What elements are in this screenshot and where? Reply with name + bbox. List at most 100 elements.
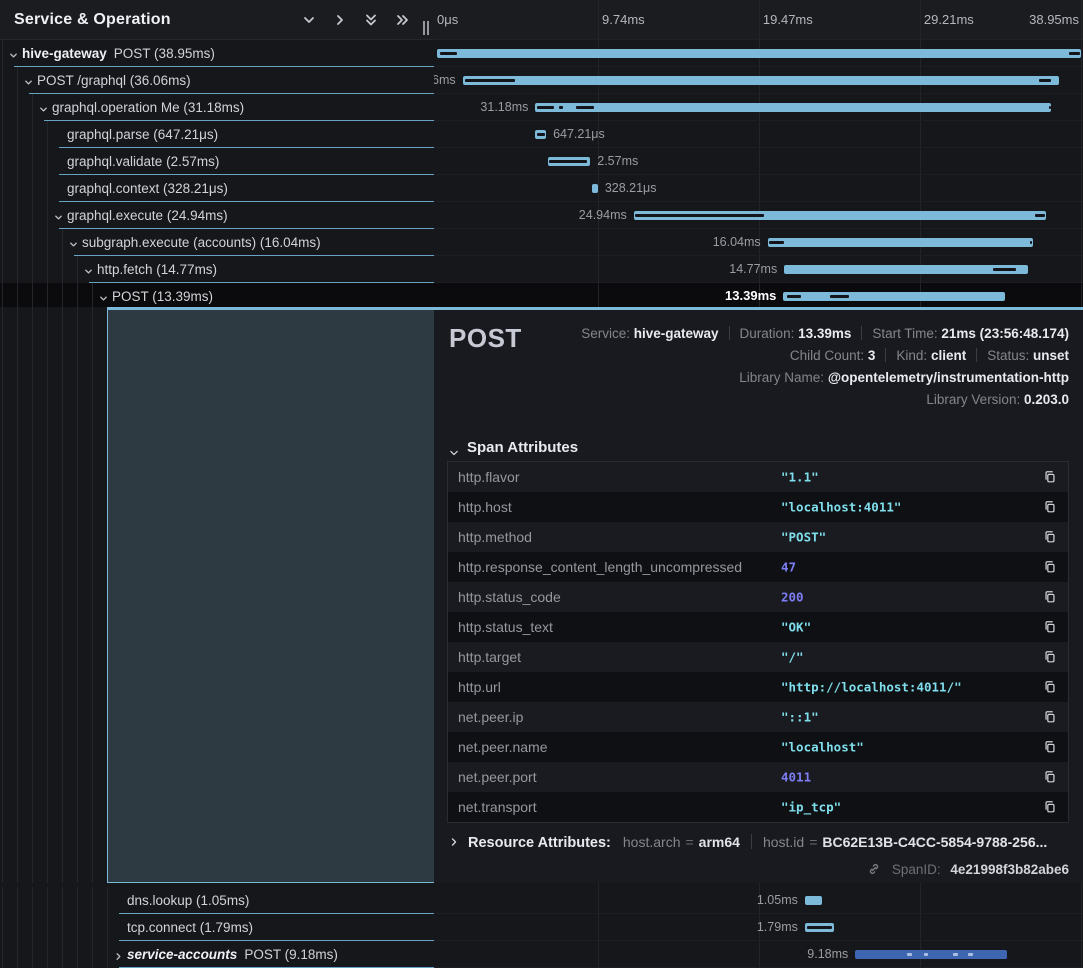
child-span-notch [465, 79, 515, 82]
chevron-down-icon[interactable] [23, 75, 34, 86]
child-span-notch [635, 214, 764, 217]
span-bar-graphql-parse[interactable] [535, 130, 546, 139]
copy-icon[interactable] [1043, 560, 1057, 574]
span-duration-label: 13.39ms [725, 283, 776, 309]
span-bar-graphql-validate[interactable] [548, 157, 590, 166]
span-bar-graphql-execute[interactable] [634, 211, 1046, 220]
attr-row-net-peer-port: net.peer.port4011 [448, 762, 1068, 792]
indent-guides [0, 310, 107, 883]
meta-duration: 13.39ms [798, 326, 851, 341]
indent-guide [2, 40, 3, 67]
span-duration-label: 2.57ms [597, 148, 638, 174]
chevron-down-icon[interactable] [53, 210, 64, 221]
copy-icon[interactable] [1043, 500, 1057, 514]
chevron-right-icon[interactable] [113, 949, 124, 960]
attr-row-net-transport: net.transport"ip_tcp" [448, 792, 1068, 822]
span-bar-graphql-context[interactable] [592, 184, 597, 193]
chevron-right-icon[interactable] [332, 12, 348, 28]
span-bar-http-fetch[interactable] [784, 265, 1028, 274]
attr-key: net.peer.name [458, 739, 548, 755]
copy-icon[interactable] [1043, 620, 1057, 634]
span-bar-post[interactable] [855, 950, 1007, 959]
attr-key: http.status_code [458, 589, 561, 605]
span-bar-dns-lookup[interactable] [805, 896, 822, 905]
copy-icon[interactable] [1043, 470, 1057, 484]
panel-resize-grip[interactable] [423, 21, 431, 35]
tree-row-graphql-context[interactable]: graphql.context (328.21μs) [0, 175, 434, 202]
span-bar-tcp-connect[interactable] [805, 923, 835, 932]
chevron-down-icon[interactable] [38, 102, 49, 113]
indent-guide [2, 256, 3, 283]
indent-guide [92, 283, 93, 310]
indent-guide [17, 202, 18, 229]
span-bar-subgraph-execute-accounts[interactable] [768, 238, 1033, 247]
chevron-down-icon[interactable] [98, 291, 109, 302]
tree-row-tcp-connect[interactable]: tcp.connect (1.79ms) [0, 914, 434, 941]
tree-row-hive-gateway-post[interactable]: hive-gatewayPOST (38.95ms) [0, 40, 434, 67]
span-name-label: http.fetch (14.77ms) [97, 256, 217, 283]
tree-row-post-graphql[interactable]: POST /graphql (36.06ms) [0, 67, 434, 94]
tree-row-subgraph-execute-accounts[interactable]: subgraph.execute (accounts) (16.04ms) [0, 229, 434, 256]
indent-guide [47, 148, 48, 175]
copy-icon[interactable] [1043, 710, 1057, 724]
child-span-notch [993, 268, 1016, 271]
chevron-down-icon[interactable] [8, 48, 19, 59]
span-duration-label: 16.04ms [713, 229, 761, 255]
tree-row-dns-lookup[interactable]: dns.lookup (1.05ms) [0, 887, 434, 914]
span-id-label: SpanID: [892, 862, 941, 877]
selected-span-expander[interactable] [107, 310, 434, 883]
child-span-notch [537, 133, 545, 136]
indent-guide [17, 914, 18, 941]
meta-library-name: @opentelemetry/instrumentation-http [828, 370, 1069, 385]
meta-library-version: 0.203.0 [1024, 392, 1069, 407]
tree-row-graphql-operation-me[interactable]: graphql.operation Me (31.18ms) [0, 94, 434, 121]
resource-value: BC62E13B-C4CC-5854-9788-256... [822, 834, 1047, 850]
link-icon[interactable] [867, 861, 881, 875]
attr-row-http-flavor: http.flavor"1.1" [448, 462, 1068, 492]
indent-guide [32, 256, 33, 283]
chevron-down-icon[interactable] [301, 12, 317, 28]
double-chevron-right-icon[interactable] [394, 12, 410, 28]
copy-icon[interactable] [1043, 740, 1057, 754]
attr-row-http-target: http.target"/" [448, 642, 1068, 672]
child-span-notch [440, 52, 457, 55]
copy-icon[interactable] [1043, 530, 1057, 544]
indent-guide [32, 283, 33, 310]
copy-icon[interactable] [1043, 650, 1057, 664]
indent-guide [32, 887, 33, 914]
resource-attributes-toggle[interactable]: Resource Attributes:host.arch=arm64host.… [449, 830, 1047, 854]
resource-separator [751, 834, 752, 849]
tree-row-http-fetch[interactable]: http.fetch (14.77ms) [0, 256, 434, 283]
copy-icon[interactable] [1043, 680, 1057, 694]
meta-kind: client [931, 348, 966, 363]
span-attributes-toggle[interactable]: Span Attributes [449, 437, 578, 459]
copy-icon[interactable] [1043, 590, 1057, 604]
meta-separator [729, 326, 730, 340]
span-lane-graphql-operation-me: 31.18ms [434, 94, 1083, 121]
indent-guide [2, 914, 3, 941]
child-span-notch [924, 953, 928, 956]
span-lane-subgraph-execute-accounts: 16.04ms [434, 229, 1083, 256]
tree-row-graphql-validate[interactable]: graphql.validate (2.57ms) [0, 148, 434, 175]
tree-row-graphql-parse[interactable]: graphql.parse (647.21μs) [0, 121, 434, 148]
span-duration-label: 1.05ms [757, 887, 798, 913]
copy-icon[interactable] [1043, 770, 1057, 784]
indent-guide [77, 914, 78, 941]
span-bar-graphql-operation-me[interactable] [535, 103, 1050, 112]
attr-value: 4011 [781, 770, 811, 785]
span-bar-post-graphql[interactable] [463, 76, 1059, 85]
tree-row-service-accounts-post[interactable]: service-accountsPOST (9.18ms) [0, 941, 434, 968]
tree-row-post[interactable]: POST (13.39ms) [0, 283, 434, 310]
tree-row-graphql-execute[interactable]: graphql.execute (24.94ms) [0, 202, 434, 229]
copy-icon[interactable] [1043, 800, 1057, 814]
indent-guide [92, 941, 93, 968]
chevron-down-icon[interactable] [68, 237, 79, 248]
double-chevron-down-icon[interactable] [363, 12, 379, 28]
indent-guide [2, 67, 3, 94]
chevron-down-icon[interactable] [83, 264, 94, 275]
span-name-label: graphql.context (328.21μs) [67, 175, 228, 202]
indent-guide [77, 283, 78, 310]
span-duration-label: 9.18ms [807, 941, 848, 967]
span-bar-post[interactable] [437, 49, 1081, 58]
span-bar-post[interactable] [783, 292, 1004, 301]
